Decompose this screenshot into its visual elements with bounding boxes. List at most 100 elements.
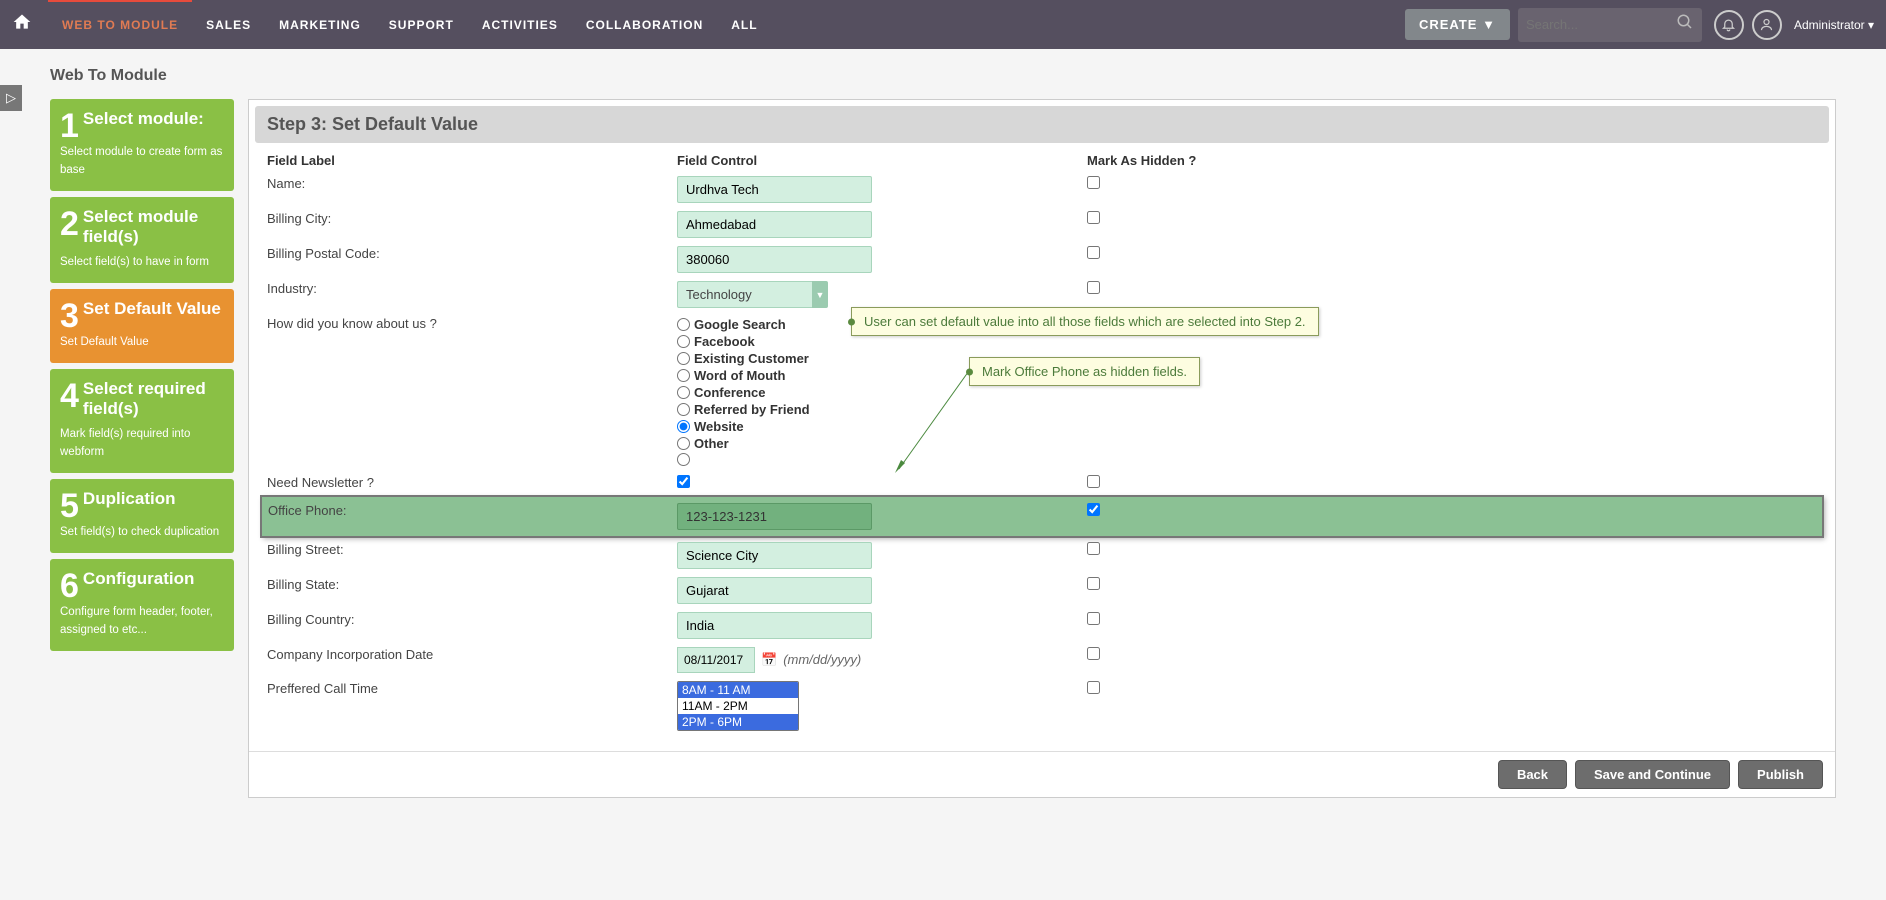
field-label: Name:	[261, 172, 671, 207]
hidden-checkbox[interactable]	[1087, 281, 1100, 294]
multi-select[interactable]: 8AM - 11 AM11AM - 2PM2PM - 6PM	[677, 681, 799, 731]
radio-label: Word of Mouth	[694, 368, 785, 383]
field-control	[671, 537, 1081, 573]
field-label: Billing Country:	[261, 608, 671, 643]
hidden-checkbox[interactable]	[1087, 176, 1100, 189]
nav-item-collaboration[interactable]: COLLABORATION	[572, 0, 717, 49]
field-row: Billing Country:	[261, 608, 1823, 643]
column-header: Mark As Hidden ?	[1081, 149, 1823, 172]
step-1[interactable]: 1Select module:Select module to create f…	[50, 99, 234, 191]
radio-option[interactable]	[677, 318, 690, 331]
save-continue-button[interactable]: Save and Continue	[1575, 760, 1730, 789]
field-row: Office Phone:	[261, 496, 1823, 537]
search-icon[interactable]	[1676, 13, 1694, 36]
nav-item-all[interactable]: ALL	[717, 0, 771, 49]
callout-default-value: User can set default value into all thos…	[851, 307, 1319, 336]
chevron-down-icon[interactable]: ▼	[812, 281, 828, 308]
admin-menu[interactable]: Administrator ▾	[1794, 18, 1874, 32]
text-input[interactable]	[677, 246, 872, 273]
radio-label: Existing Customer	[694, 351, 809, 366]
field-control	[671, 207, 1081, 242]
main-panel: Step 3: Set Default Value Field LabelFie…	[248, 99, 1836, 798]
page-title: Web To Module	[0, 49, 1886, 99]
field-control: 📅 (mm/dd/yyyy)	[671, 643, 1081, 677]
step-2[interactable]: 2Select module field(s)Select field(s) t…	[50, 197, 234, 283]
field-control	[671, 471, 1081, 496]
step-6[interactable]: 6ConfigurationConfigure form header, foo…	[50, 559, 234, 651]
nav-item-marketing[interactable]: MARKETING	[265, 0, 375, 49]
field-label: Industry:	[261, 277, 671, 312]
field-row: Billing Street:	[261, 537, 1823, 573]
publish-button[interactable]: Publish	[1738, 760, 1823, 789]
home-icon[interactable]	[12, 12, 32, 38]
field-control	[671, 242, 1081, 277]
field-label: Billing Street:	[261, 537, 671, 573]
radio-label: Referred by Friend	[694, 402, 810, 417]
radio-label: Conference	[694, 385, 766, 400]
column-header: Field Control	[671, 149, 1081, 172]
hidden-checkbox[interactable]	[1087, 503, 1100, 516]
date-format-hint: (mm/dd/yyyy)	[783, 652, 861, 667]
text-input[interactable]	[677, 542, 872, 569]
field-row: Name:	[261, 172, 1823, 207]
radio-label: Website	[694, 419, 744, 434]
back-button[interactable]: Back	[1498, 760, 1567, 789]
step-4[interactable]: 4Select required field(s)Mark field(s) r…	[50, 369, 234, 473]
nav-item-sales[interactable]: SALES	[192, 0, 265, 49]
radio-option[interactable]	[677, 403, 690, 416]
text-input[interactable]	[677, 612, 872, 639]
hidden-checkbox[interactable]	[1087, 612, 1100, 625]
radio-option[interactable]	[677, 352, 690, 365]
side-expand-tab[interactable]: ▷	[0, 85, 22, 111]
step-list: 1Select module:Select module to create f…	[50, 99, 234, 798]
hidden-checkbox[interactable]	[1087, 246, 1100, 259]
notifications-icon[interactable]	[1714, 10, 1744, 40]
step-3[interactable]: 3Set Default ValueSet Default Value	[50, 289, 234, 363]
radio-option[interactable]	[677, 437, 690, 450]
radio-label: Facebook	[694, 334, 755, 349]
nav-item-activities[interactable]: ACTIVITIES	[468, 0, 572, 49]
field-control	[671, 608, 1081, 643]
hidden-checkbox[interactable]	[1087, 475, 1100, 488]
checkbox-input[interactable]	[677, 475, 690, 488]
callout-hidden-field: Mark Office Phone as hidden fields.	[969, 357, 1200, 386]
radio-label: Other	[694, 436, 729, 451]
hidden-checkbox[interactable]	[1087, 681, 1100, 694]
radio-option[interactable]	[677, 335, 690, 348]
calendar-icon[interactable]: 📅	[761, 652, 777, 667]
radio-option[interactable]	[677, 420, 690, 433]
text-input[interactable]	[677, 503, 872, 530]
step-header: Step 3: Set Default Value	[255, 106, 1829, 143]
hidden-checkbox[interactable]	[1087, 211, 1100, 224]
user-icon[interactable]	[1752, 10, 1782, 40]
step-5[interactable]: 5DuplicationSet field(s) to check duplic…	[50, 479, 234, 553]
search-input[interactable]	[1526, 17, 1676, 32]
field-label: Billing Postal Code:	[261, 242, 671, 277]
hidden-checkbox[interactable]	[1087, 542, 1100, 555]
field-label: Preffered Call Time	[261, 677, 671, 735]
radio-option[interactable]	[677, 453, 690, 466]
text-input[interactable]	[677, 211, 872, 238]
field-row: Billing State:	[261, 573, 1823, 608]
radio-option[interactable]	[677, 386, 690, 399]
hidden-checkbox[interactable]	[1087, 577, 1100, 590]
nav-item-support[interactable]: SUPPORT	[375, 0, 468, 49]
field-label: Office Phone:	[261, 496, 671, 537]
field-control: 8AM - 11 AM11AM - 2PM2PM - 6PM	[671, 677, 1081, 735]
hidden-checkbox[interactable]	[1087, 647, 1100, 660]
field-control	[671, 496, 1081, 537]
field-row: Preffered Call Time8AM - 11 AM11AM - 2PM…	[261, 677, 1823, 735]
text-input[interactable]	[677, 577, 872, 604]
field-row: Company Incorporation Date📅(mm/dd/yyyy)	[261, 643, 1823, 677]
field-row: Billing City:	[261, 207, 1823, 242]
radio-option[interactable]	[677, 369, 690, 382]
field-row: Need Newsletter ?	[261, 471, 1823, 496]
field-label: How did you know about us ?	[261, 312, 671, 471]
select-display[interactable]: Technology	[677, 281, 812, 308]
create-button[interactable]: CREATE ▼	[1405, 9, 1510, 40]
field-control	[671, 172, 1081, 207]
search-box[interactable]	[1518, 8, 1702, 42]
nav-item-web-to-module[interactable]: WEB TO MODULE	[48, 0, 192, 48]
date-input[interactable]	[677, 647, 755, 673]
text-input[interactable]	[677, 176, 872, 203]
